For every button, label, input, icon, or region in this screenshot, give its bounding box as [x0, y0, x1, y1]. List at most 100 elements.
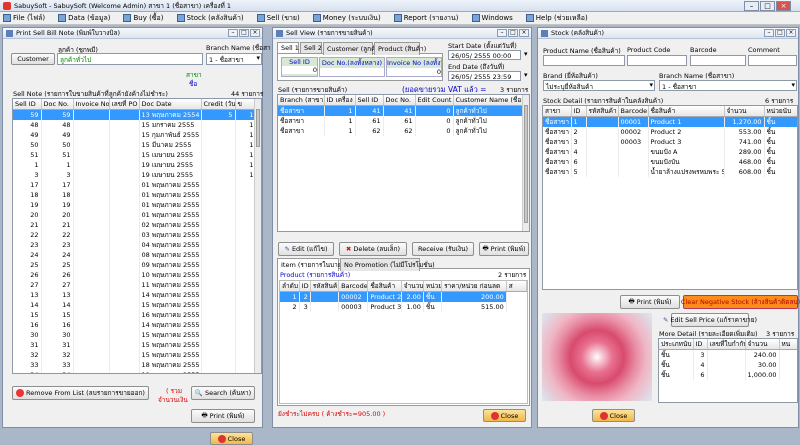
- table-row[interactable]: 31 31 15 พฤษภาคม 2555: [13, 340, 257, 350]
- brand-select[interactable]: ไม่ระบุยี่ห้อสินค้า: [543, 80, 655, 91]
- table-row[interactable]: 59 59 13 พฤษภาคม 2554 5 1: [13, 109, 257, 120]
- table-row[interactable]: ชื่อสาขา 1 61 61 0 ลูกค้าทั่วไป: [278, 116, 525, 126]
- calendar-dropdown-icon[interactable]: ▾: [524, 71, 528, 79]
- column-header[interactable]: Customer Name (ชื่อลูกค้: [453, 95, 525, 106]
- column-header[interactable]: ID: [693, 339, 708, 350]
- table-row[interactable]: 26 26 10 พฤษภาคม 2555: [13, 270, 257, 280]
- menu-item[interactable]: Sell (ขาย): [256, 13, 300, 24]
- close-button[interactable]: Close: [592, 409, 635, 422]
- branch-select[interactable]: 1 - ชื่อสาขา: [206, 53, 262, 65]
- scrollbar[interactable]: [522, 95, 529, 231]
- column-header[interactable]: Sell ID: [355, 95, 384, 106]
- menu-item[interactable]: Money (ระบบเงิน): [312, 13, 381, 24]
- table-row[interactable]: 27 27 11 พฤษภาคม 2555: [13, 280, 257, 290]
- table-row[interactable]: 14 14 15 พฤษภาคม 2555: [13, 300, 257, 310]
- column-header[interactable]: รหัสสินค้า: [310, 281, 340, 292]
- table-row[interactable]: 13 13 14 พฤษภาคม 2555: [13, 290, 257, 300]
- customer-field[interactable]: ลูกค้าทั่วไป: [57, 53, 203, 65]
- menu-item[interactable]: Help (ช่วยเหลือ): [525, 13, 588, 24]
- table-row[interactable]: 23 23 04 พฤษภาคม 2555: [13, 240, 257, 250]
- column-header[interactable]: ชื่อสินค้า: [367, 281, 402, 292]
- minimize-icon[interactable]: –: [497, 29, 507, 37]
- table-row[interactable]: ชื่อสาขา 1 00001 Product 1 1,270.00 ชิ้น: [543, 116, 797, 127]
- column-header[interactable]: Invoice No.: [73, 99, 110, 110]
- column-header[interactable]: ราคา/หน่วย ก่อนลด: [441, 281, 507, 292]
- table-row[interactable]: 3 3 19 เมษายน 2555 1: [13, 170, 257, 180]
- minimize-icon[interactable]: –: [228, 29, 238, 37]
- table-row[interactable]: ชิ้น 3 240.00: [659, 349, 797, 360]
- column-header[interactable]: Branch (สาขา): [278, 95, 325, 106]
- product-name-input[interactable]: [543, 55, 625, 66]
- table-row[interactable]: 3434 19 พฤษภาคม 2555: [13, 370, 257, 373]
- column-header[interactable]: Sell ID: [13, 99, 42, 110]
- invoice-no-value[interactable]: 0: [387, 68, 441, 76]
- table-row[interactable]: ชื่อสาขา 6 ขนมปังบัน 468.00 ชิ้น: [543, 157, 797, 167]
- table-row[interactable]: 24 24 08 พฤษภาคม 2555: [13, 250, 257, 260]
- table-row[interactable]: ชื่อสาขา 4 ขนมปัง A 289.00 ชิ้น: [543, 147, 797, 157]
- column-header[interactable]: จำนวน: [724, 106, 765, 117]
- receive-button[interactable]: Receive (รับเงิน): [412, 242, 474, 256]
- column-header[interactable]: เลขที่ใบกำกับ: [707, 339, 746, 350]
- column-header[interactable]: ลำดับ: [280, 281, 300, 292]
- table-row[interactable]: 25 25 09 พฤษภาคม 2555: [13, 260, 257, 270]
- menu-item[interactable]: Data (ข้อมูล): [58, 13, 110, 24]
- menu-item[interactable]: Windows: [471, 14, 513, 22]
- column-header[interactable]: ID: [299, 281, 311, 292]
- column-header[interactable]: Doc No.: [41, 99, 74, 110]
- table-row[interactable]: 21 21 02 พฤษภาคม 2555: [13, 220, 257, 230]
- table-row[interactable]: 49 49 15 กุมภาพันธ์ 2555 1: [13, 130, 257, 140]
- column-header[interactable]: ประเภทนับ: [659, 339, 694, 350]
- table-row[interactable]: 22 22 03 พฤษภาคม 2555: [13, 230, 257, 240]
- menu-item[interactable]: File (ไฟล์): [3, 13, 45, 24]
- table-row[interactable]: 50 50 15 มีนาคม 2555 1: [13, 140, 257, 150]
- maximize-icon[interactable]: □: [775, 29, 785, 37]
- minimize-icon[interactable]: –: [764, 29, 774, 37]
- column-header[interactable]: หน: [779, 339, 797, 350]
- column-header[interactable]: Barcode: [338, 281, 369, 292]
- menu-item[interactable]: Stock (คลังสินค้า): [176, 13, 244, 24]
- minimize-icon[interactable]: –: [744, 1, 759, 11]
- comment-input[interactable]: [748, 55, 797, 66]
- table-row[interactable]: 48 48 15 มกราคม 2555 1: [13, 120, 257, 130]
- column-header[interactable]: Edit Count: [415, 95, 454, 106]
- maximize-icon[interactable]: □: [760, 1, 775, 11]
- table-row[interactable]: 30 30 15 พฤษภาคม 2555: [13, 330, 257, 340]
- close-icon[interactable]: ×: [519, 29, 529, 37]
- sell-id-value[interactable]: 0: [282, 66, 317, 74]
- sell-tab[interactable]: Product (สินค้า): [374, 42, 426, 55]
- table-row[interactable]: 17 17 01 พฤษภาคม 2555: [13, 180, 257, 190]
- maximize-icon[interactable]: □: [239, 29, 249, 37]
- edit-button[interactable]: ✎ Edit (แก้ไข): [278, 242, 334, 256]
- close-icon[interactable]: ×: [250, 29, 260, 37]
- column-header[interactable]: ชื่อสินค้า: [648, 106, 725, 117]
- edit-sell-price-button[interactable]: ✎ Edit Sell Price (แก้ราคาขาย): [663, 313, 757, 327]
- end-date-input[interactable]: 26/05/ 2555 23:59: [448, 71, 521, 81]
- product-code-input[interactable]: [627, 55, 687, 66]
- scrollbar[interactable]: [254, 99, 261, 373]
- table-row[interactable]: ชิ้น 6 1,000.00: [659, 370, 797, 380]
- sell-tab[interactable]: Customer (ลูกค้า): [323, 42, 382, 55]
- table-row[interactable]: ชื่อสาขา 1 62 62 0 ลูกค้าทั่วไป: [278, 126, 525, 136]
- barcode-input[interactable]: [690, 55, 746, 66]
- clear-negative-stock-button[interactable]: Clear Negative Stock (ล้างสินค้าติดลบ): [681, 295, 800, 309]
- sell-tab[interactable]: Sell 1: [277, 42, 299, 53]
- print-button[interactable]: 🖶 Print (พิมพ์): [479, 242, 529, 256]
- column-header[interactable]: เลขที่ PO: [109, 99, 140, 110]
- table-row[interactable]: 1 2 00002 Product 2 2.00 ชิ้น 200.00: [280, 291, 527, 302]
- branch-select[interactable]: 1 - ชื่อสาขา: [659, 80, 797, 91]
- column-header[interactable]: ID: [571, 106, 587, 117]
- item-tab[interactable]: No Promotion (ไม่มีโปรโมชั่น): [340, 258, 435, 271]
- sell-tab[interactable]: Sell 2: [300, 42, 322, 53]
- search-button[interactable]: 🔍 Search (ค้นหา): [191, 386, 255, 400]
- column-header[interactable]: ข: [235, 99, 257, 110]
- table-row[interactable]: ชื่อสาขา5 น้ำยาล้างแปรงพรหมพระ 500ml608.0…: [543, 167, 797, 177]
- table-row[interactable]: 15 15 16 พฤษภาคม 2555: [13, 310, 257, 320]
- print-button[interactable]: 🖶 Print (พิมพ์): [620, 295, 680, 309]
- table-row[interactable]: ชื่อสาขา 2 00002 Product 2 553.00 ชิ้น: [543, 127, 797, 137]
- close-icon[interactable]: ×: [776, 1, 791, 11]
- maximize-icon[interactable]: □: [508, 29, 518, 37]
- table-row[interactable]: 2 3 00003 Product 3 1.00 ชิ้น 515.00: [280, 302, 527, 312]
- column-header[interactable]: Doc No.: [383, 95, 416, 106]
- customer-button[interactable]: Customer: [11, 53, 55, 65]
- column-header[interactable]: หน่วยนับ: [764, 106, 797, 117]
